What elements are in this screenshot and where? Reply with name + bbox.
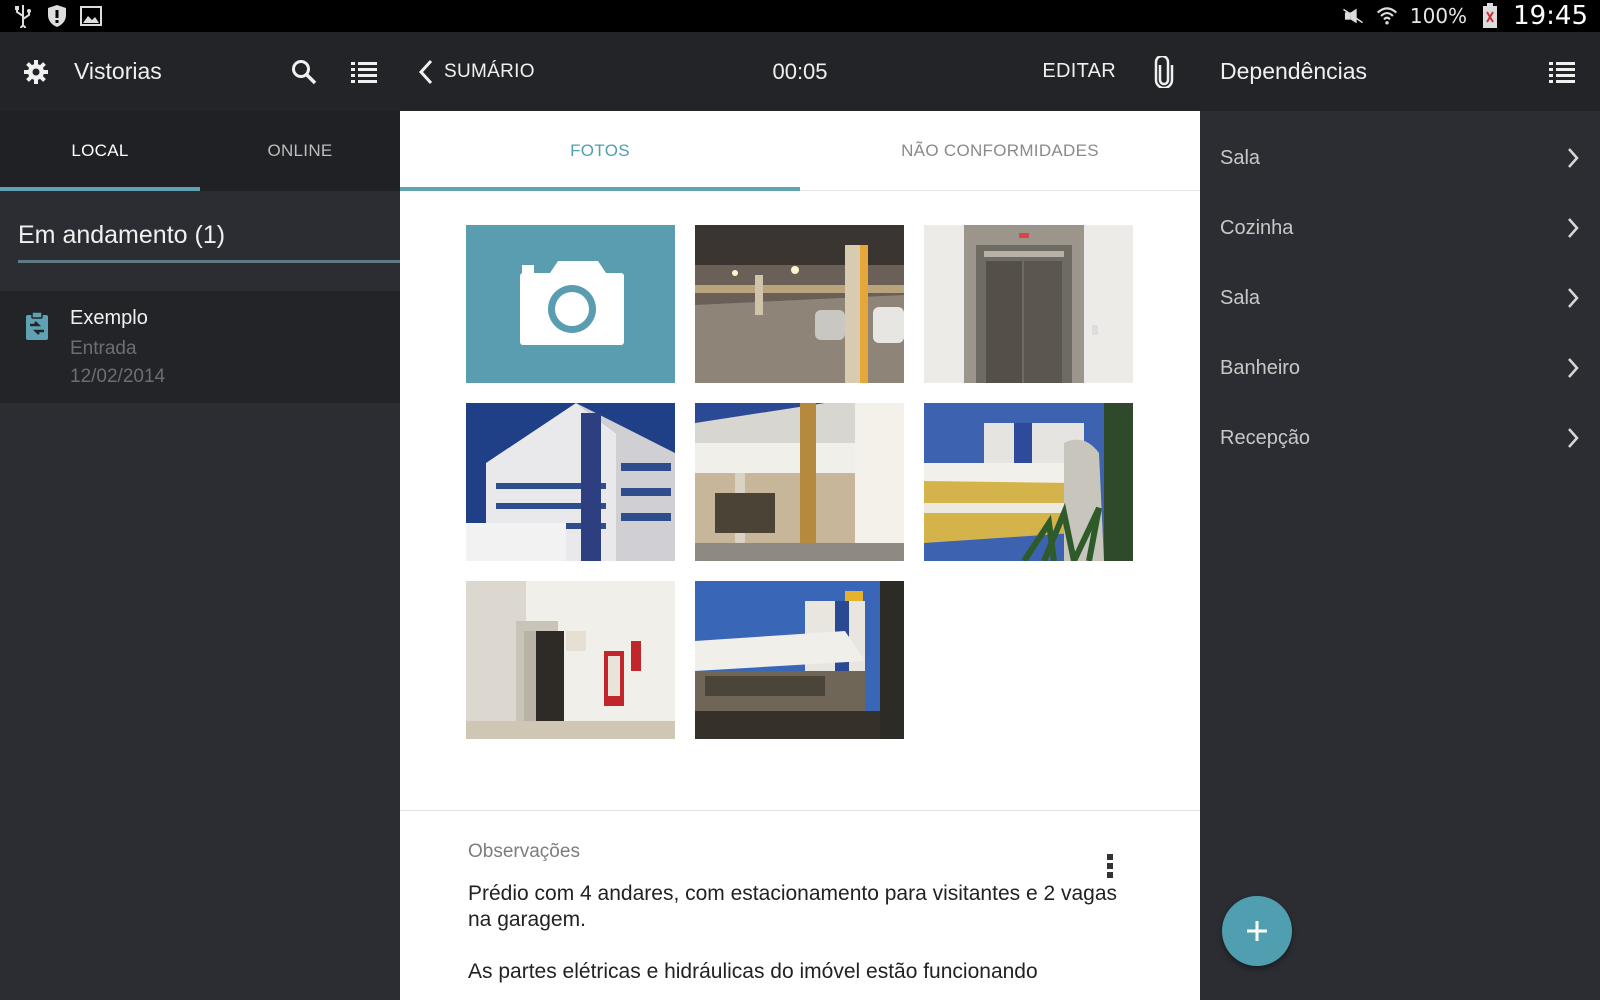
image-icon <box>80 5 102 27</box>
observations-text: Prédio com 4 andares, com estacionamento… <box>468 882 1118 931</box>
camera-icon <box>520 261 624 345</box>
tab-nonconformities[interactable]: NÃO CONFORMIDADES <box>800 111 1200 190</box>
tab-local[interactable]: LOCAL <box>0 111 200 191</box>
observations-section: Observações Prédio com 4 andares, com es… <box>400 811 1200 985</box>
chevron-right-icon <box>1568 218 1579 238</box>
item-subtitle: Entrada <box>70 338 137 359</box>
rooms-title: Dependências <box>1220 58 1368 84</box>
inspections-title: Vistorias <box>74 58 162 84</box>
clipboard-icon <box>24 311 50 341</box>
gear-icon[interactable] <box>18 54 54 90</box>
battery-text: 100% <box>1409 4 1468 28</box>
rooms-list: Sala Cozinha Sala Banheiro Recepção <box>1200 111 1600 473</box>
shield-icon <box>46 5 68 27</box>
photo-thumbnail[interactable] <box>695 403 904 561</box>
section-title: Em andamento (1) <box>18 221 400 263</box>
tab-online[interactable]: ONLINE <box>200 111 400 191</box>
summary-pane: SUMÁRIO 00:05 EDITAR FOTOS NÃO CONFORMID… <box>400 32 1200 1000</box>
room-item[interactable]: Sala <box>1200 263 1600 333</box>
photo-thumbnail[interactable] <box>466 581 675 739</box>
chevron-right-icon <box>1568 428 1579 448</box>
back-label: SUMÁRIO <box>444 60 535 82</box>
usb-icon <box>12 5 34 28</box>
back-button[interactable]: SUMÁRIO <box>418 59 535 85</box>
mute-icon <box>1342 5 1364 27</box>
item-title: Exemplo <box>70 307 148 329</box>
room-item[interactable]: Cozinha <box>1200 193 1600 263</box>
photo-thumbnail[interactable] <box>466 403 675 561</box>
inspections-header: Vistorias <box>0 32 400 111</box>
chevron-right-icon <box>1568 358 1579 378</box>
list-icon[interactable] <box>346 54 382 90</box>
room-label: Recepção <box>1220 426 1311 449</box>
rooms-pane: Dependências Sala Cozinha Sala Banheiro … <box>1200 32 1600 1000</box>
list-item[interactable]: Exemplo Entrada 12/02/2014 <box>0 291 400 403</box>
more-vert-icon[interactable] <box>1100 851 1120 881</box>
item-date: 12/02/2014 <box>70 366 166 387</box>
add-photo-button[interactable] <box>466 225 675 383</box>
photo-grid <box>400 191 1200 811</box>
room-label: Cozinha <box>1220 216 1294 239</box>
inspections-pane: Vistorias LOCAL ONLINE Em andamento (1) … <box>0 32 400 1000</box>
photo-thumbnail[interactable] <box>924 403 1133 561</box>
photo-thumbnail[interactable] <box>695 225 904 383</box>
tab-photos[interactable]: FOTOS <box>400 111 800 191</box>
edit-button[interactable]: EDITAR <box>1042 60 1116 83</box>
add-room-button[interactable] <box>1222 896 1292 966</box>
paperclip-icon[interactable] <box>1146 54 1182 90</box>
status-bar: 100% 19:45 <box>0 0 1600 32</box>
room-item[interactable]: Sala <box>1200 123 1600 193</box>
summary-header: SUMÁRIO 00:05 EDITAR <box>400 32 1200 111</box>
summary-tabs: FOTOS NÃO CONFORMIDADES <box>400 111 1200 191</box>
rooms-header: Dependências <box>1200 32 1600 111</box>
chevron-left-icon <box>418 59 433 84</box>
chevron-right-icon <box>1568 148 1579 168</box>
plus-icon <box>1247 921 1267 941</box>
battery-icon <box>1479 3 1501 28</box>
photo-thumbnail[interactable] <box>924 225 1133 383</box>
wifi-icon <box>1376 5 1398 27</box>
chevron-right-icon <box>1568 288 1579 308</box>
room-label: Sala <box>1220 146 1261 169</box>
search-icon[interactable] <box>286 54 322 90</box>
room-item[interactable]: Recepção <box>1200 403 1600 473</box>
list-icon[interactable] <box>1544 54 1580 90</box>
room-label: Sala <box>1220 286 1261 309</box>
room-label: Banheiro <box>1220 356 1301 379</box>
observations-label: Observações <box>468 841 580 862</box>
photo-thumbnail[interactable] <box>695 581 904 739</box>
inspections-tabs: LOCAL ONLINE <box>0 111 400 191</box>
observations-text-cont: As partes elétricas e hidráulicas do imó… <box>468 960 1038 983</box>
in-progress-section: Em andamento (1) <box>0 191 400 263</box>
clock: 19:45 <box>1513 1 1588 31</box>
room-item[interactable]: Banheiro <box>1200 333 1600 403</box>
